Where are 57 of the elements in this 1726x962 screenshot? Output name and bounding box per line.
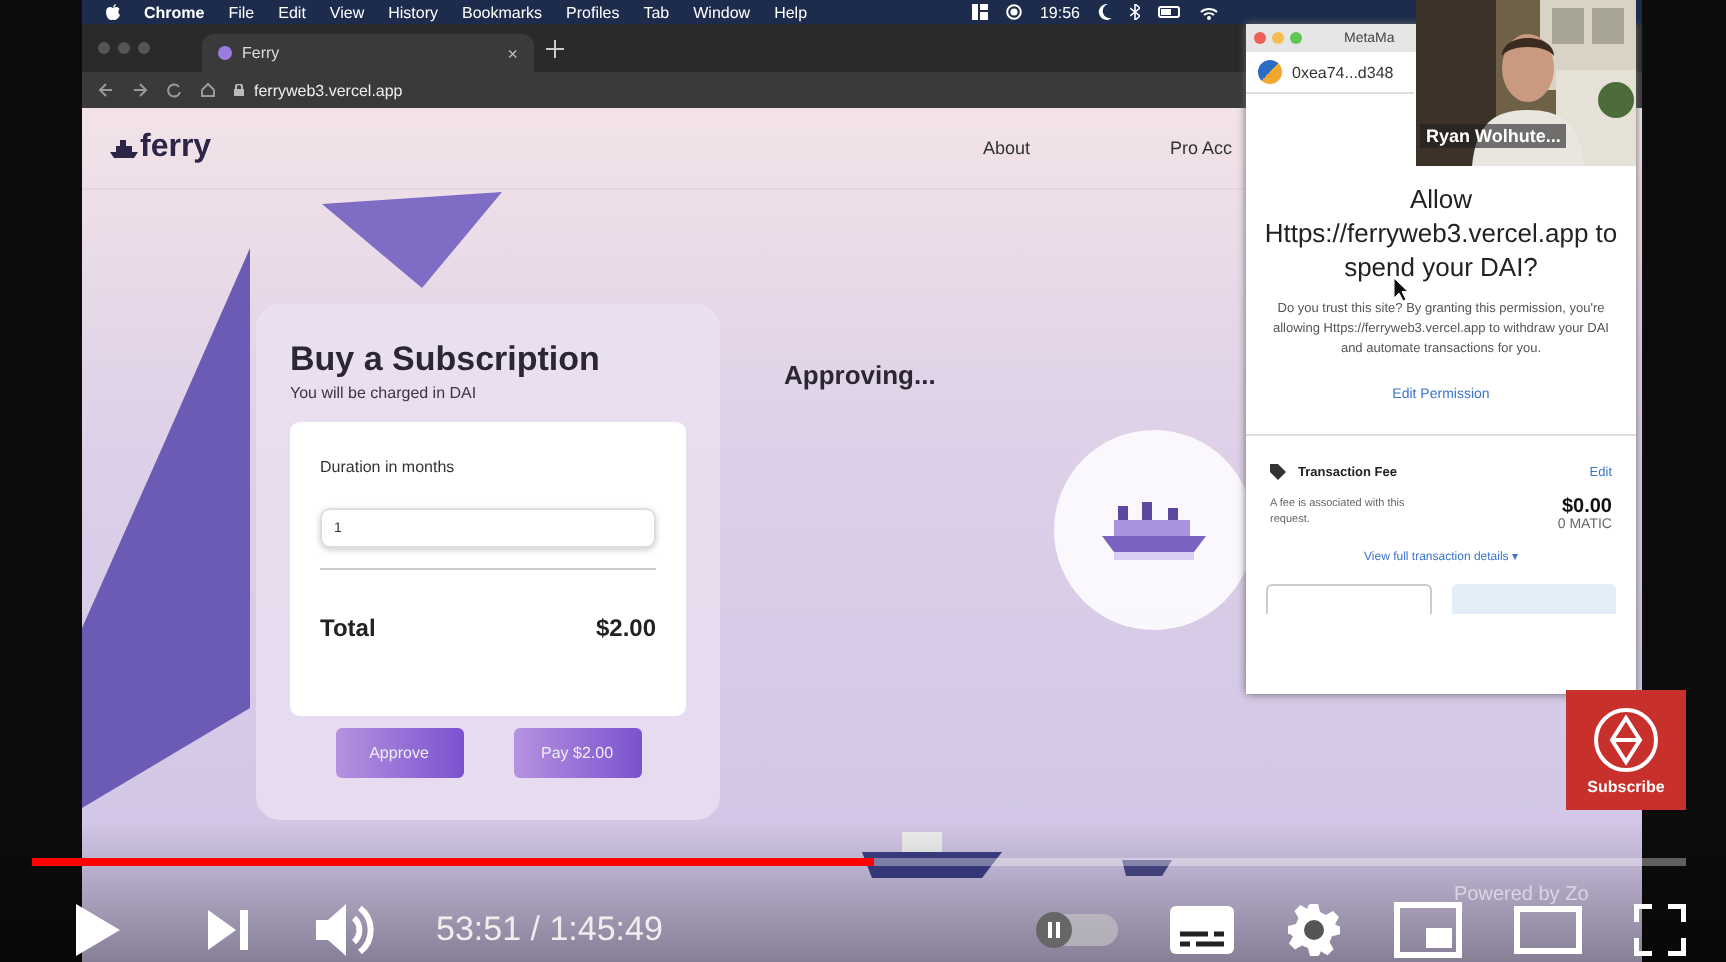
pause-icon — [1046, 922, 1062, 938]
card-title: Buy a Subscription — [290, 340, 602, 380]
subtitles-icon[interactable] — [1170, 906, 1234, 954]
miniplayer-icon[interactable] — [1394, 902, 1462, 958]
participant-name: Ryan Wolhute... — [1420, 124, 1567, 148]
reload-icon[interactable] — [166, 82, 182, 98]
new-tab-icon[interactable] — [546, 39, 564, 57]
wifi-icon[interactable] — [1200, 5, 1218, 19]
dialog-heading: Allow Https://ferryweb3.vercel.app to spend your DAI? — [1262, 182, 1620, 284]
moon-icon[interactable] — [1098, 4, 1112, 20]
home-icon[interactable] — [200, 82, 216, 98]
autoplay-toggle[interactable] — [1038, 914, 1118, 946]
address-field[interactable]: ferryweb3.vercel.app — [234, 81, 403, 99]
menu-item[interactable]: Bookmarks — [462, 3, 543, 21]
menu-item[interactable]: Profiles — [566, 3, 620, 21]
apple-icon[interactable] — [106, 4, 120, 20]
menu-item[interactable]: Chrome — [144, 3, 205, 21]
menu-item[interactable]: Edit — [278, 3, 306, 21]
play-icon[interactable] — [76, 904, 120, 956]
card-subtitle: You will be charged in DAI — [290, 384, 479, 402]
menu-item[interactable]: Tab — [643, 3, 670, 21]
settings-icon[interactable] — [1286, 902, 1342, 958]
time-display: 53:51 / 1:45:49 — [436, 910, 663, 950]
menu-item[interactable]: History — [388, 3, 439, 21]
menu-item[interactable]: Help — [774, 3, 808, 21]
total-value: $2.00 — [595, 614, 656, 642]
bluetooth-icon[interactable] — [1130, 4, 1140, 20]
nav-link[interactable]: About — [982, 138, 1030, 158]
total-label: Total — [320, 614, 376, 642]
lock-icon — [234, 84, 244, 96]
boat-drawing — [1122, 860, 1172, 876]
subscribe-badge[interactable]: Subscribe — [1566, 690, 1686, 810]
theater-icon[interactable] — [1514, 906, 1582, 954]
ship-drawing — [862, 832, 1002, 878]
favicon-icon — [218, 46, 232, 60]
fee-amount: $0.00 — [1561, 496, 1612, 518]
battery-icon[interactable] — [1158, 6, 1182, 18]
nav-link[interactable]: Pro Acc — [1169, 138, 1232, 158]
account-selector[interactable]: 0xea74...d348 — [1246, 52, 1414, 94]
field-label: Duration in months — [320, 458, 457, 476]
menu-item[interactable]: View — [329, 3, 365, 21]
browser-tab[interactable]: Ferry × — [202, 34, 534, 72]
cursor-icon — [1394, 278, 1410, 302]
status-text: Approving... — [784, 360, 938, 394]
record-icon[interactable] — [1005, 4, 1022, 20]
volume-icon[interactable] — [316, 902, 376, 958]
menu-item[interactable]: File — [228, 3, 255, 21]
fullscreen-icon[interactable] — [1634, 904, 1686, 956]
forward-icon[interactable] — [132, 82, 148, 98]
next-icon[interactable] — [208, 910, 248, 950]
grid-icon[interactable] — [971, 4, 988, 20]
back-icon[interactable] — [98, 82, 114, 98]
progress-bar[interactable] — [32, 858, 1686, 866]
tag-icon — [1270, 464, 1286, 480]
ferry-logo[interactable]: ferry — [110, 130, 212, 166]
menu-item[interactable]: Window — [693, 3, 751, 21]
menu-clock: 19:56 — [1039, 3, 1080, 21]
